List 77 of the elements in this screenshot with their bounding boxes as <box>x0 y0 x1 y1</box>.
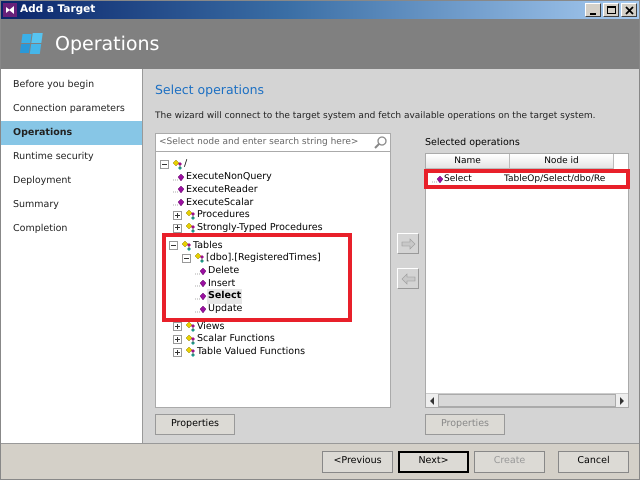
expander-button[interactable] <box>160 160 169 170</box>
column-header[interactable]: Node id <box>510 154 614 170</box>
expander-button[interactable] <box>173 224 182 233</box>
list-label: Selected operations <box>425 136 521 150</box>
node-operation-icon <box>432 174 444 185</box>
close-icon <box>623 4 635 16</box>
tree-node[interactable]: Select <box>207 289 242 304</box>
minimize-icon <box>590 12 596 14</box>
wizard-step[interactable]: Operations <box>1 121 142 145</box>
expand-icon <box>174 336 181 343</box>
expander-button[interactable] <box>182 254 191 263</box>
tree-node[interactable]: Table Valued Functions <box>196 345 306 360</box>
node-operation-icon <box>195 278 207 290</box>
node-folder-icon <box>185 320 196 333</box>
tree-node[interactable]: ExecuteScalar <box>185 196 254 210</box>
description-text: The wizard will connect to the target system and fetch available operations on the target system. <box>155 110 597 123</box>
tree-node[interactable]: Tables <box>192 238 224 253</box>
maximize-icon <box>605 4 617 16</box>
expander-button[interactable] <box>173 348 182 357</box>
section-heading: Select operations <box>155 81 266 99</box>
expander-button[interactable] <box>173 322 182 332</box>
wizard-step[interactable]: Deployment <box>1 169 142 193</box>
tree-node[interactable]: Update <box>207 302 244 316</box>
wizard-step[interactable]: Summary <box>1 193 142 217</box>
node-operation-icon <box>195 290 207 302</box>
node-operation-icon <box>195 304 207 315</box>
expand-icon <box>174 323 181 330</box>
window-logo-icon <box>17 31 43 57</box>
node-operation-icon <box>173 197 185 208</box>
wizard-step[interactable]: Runtime security <box>1 145 142 169</box>
node-folder-icon <box>181 240 192 252</box>
table-cell-text: Select <box>444 172 472 186</box>
expander-button[interactable] <box>173 210 182 220</box>
tree-node[interactable]: Scalar Functions <box>196 332 276 347</box>
wizard-step[interactable]: Before you begin <box>1 73 142 97</box>
minimize-button[interactable] <box>585 3 601 17</box>
expand-icon <box>174 224 181 232</box>
expand-icon <box>174 212 181 219</box>
tree-node[interactable]: / <box>183 157 188 172</box>
node-folder-icon <box>194 252 205 264</box>
node-folder-icon <box>185 209 196 222</box>
tree-node[interactable]: Procedures <box>196 208 251 222</box>
page-title: Operations <box>55 32 160 57</box>
tree-node[interactable]: Strongly-Typed Procedures <box>196 220 324 236</box>
node-folder-icon <box>185 334 196 346</box>
tree-node[interactable]: Insert <box>207 276 236 291</box>
wizard-button[interactable]: Cancel <box>558 450 629 472</box>
tree-node[interactable]: Views <box>196 320 226 334</box>
node-folder-icon <box>172 158 183 171</box>
column-header[interactable]: Name <box>426 154 510 170</box>
search-icon <box>374 136 387 150</box>
table-cell-text: TableOp/Select/dbo/Re <box>504 172 606 186</box>
node-operation-icon <box>195 266 207 277</box>
maximize-button[interactable] <box>603 3 619 17</box>
tree-node[interactable]: ExecuteReader <box>185 182 259 198</box>
properties-button[interactable]: Properties <box>155 414 235 435</box>
node-operation-icon <box>173 172 185 183</box>
wizard-button[interactable]: Next> <box>398 450 469 472</box>
wizard-step[interactable]: Completion <box>1 217 142 241</box>
right-arrow-icon <box>400 236 416 251</box>
expander-button[interactable] <box>173 335 182 344</box>
wizard-step[interactable]: Connection parameters <box>1 97 142 121</box>
search-field[interactable]: <Select node and enter search string here> <box>156 134 390 152</box>
wizard-button[interactable]: <Previous <box>322 450 393 472</box>
node-folder-icon <box>185 222 196 234</box>
tree-node[interactable]: [dbo].[RegisteredTimes] <box>205 251 322 266</box>
expand-icon <box>174 348 181 356</box>
node-operation-icon <box>173 184 185 196</box>
node-folder-icon <box>185 346 196 358</box>
window-title: Add a Target <box>20 2 96 18</box>
left-arrow-icon <box>400 272 416 286</box>
close-button[interactable] <box>621 3 637 17</box>
tree-node[interactable]: Delete <box>207 264 240 278</box>
horizontal-scrollbar[interactable] <box>426 393 628 407</box>
app-icon <box>3 3 17 17</box>
expander-button[interactable] <box>169 241 178 250</box>
tree-node[interactable]: ExecuteNonQuery <box>185 170 273 184</box>
